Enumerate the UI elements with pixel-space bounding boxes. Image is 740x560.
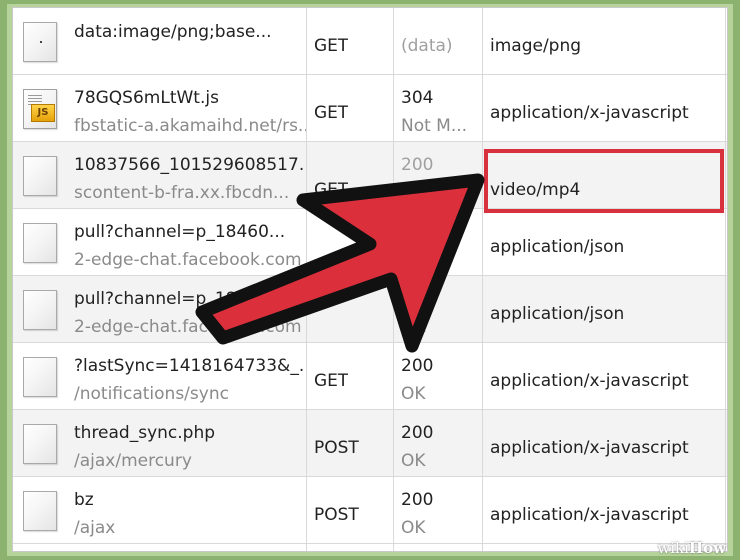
red-arrow-icon [195, 173, 485, 353]
wikihow-watermark: wikiHow [657, 539, 726, 557]
